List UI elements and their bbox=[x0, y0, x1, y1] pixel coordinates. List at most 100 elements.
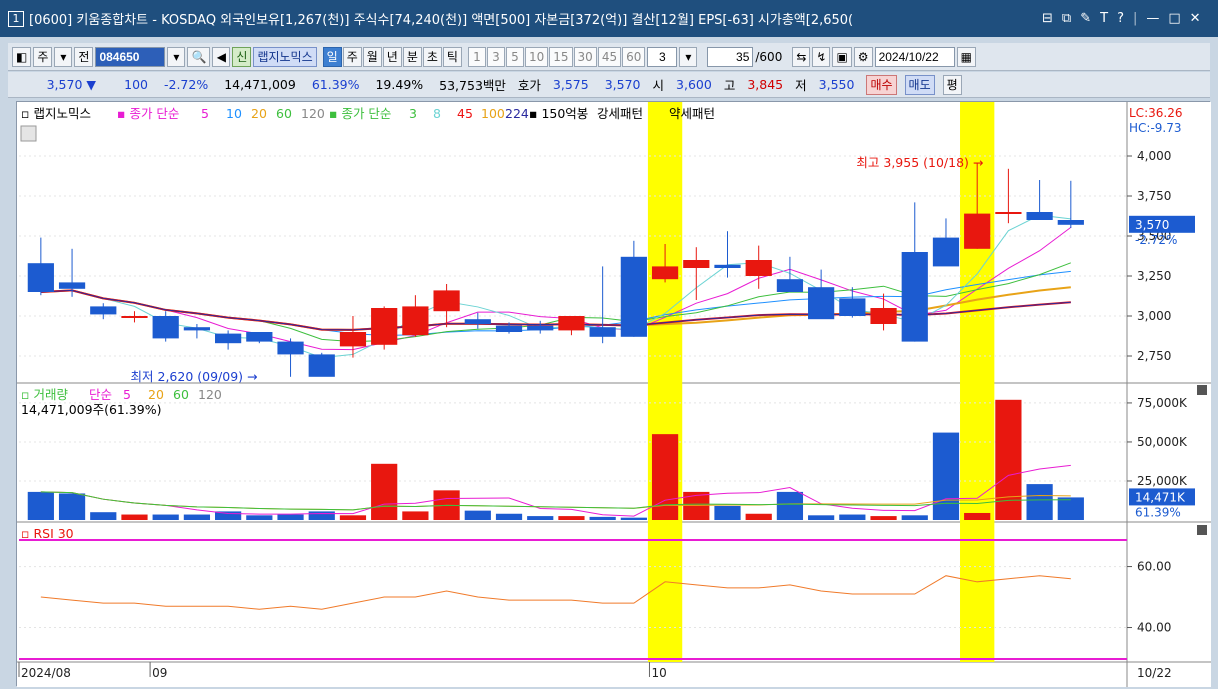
candle-body bbox=[58, 282, 86, 289]
quote-label: 호가 bbox=[517, 78, 541, 93]
stock-code-input[interactable] bbox=[95, 46, 166, 67]
legend-ma2-period: 45 bbox=[457, 106, 473, 121]
hc-label: HC:-9.73 bbox=[1129, 121, 1182, 135]
count-input[interactable] bbox=[707, 46, 754, 67]
interval-button-60[interactable]: 60 bbox=[622, 46, 646, 67]
all-button[interactable]: 전 bbox=[74, 46, 94, 67]
layout-icon[interactable]: ◧ bbox=[12, 46, 32, 67]
calendar-icon[interactable]: ▦ bbox=[956, 46, 976, 67]
eval-button[interactable]: 평 bbox=[942, 74, 962, 95]
interval-button-15[interactable]: 15 bbox=[549, 46, 573, 67]
candle-body bbox=[183, 327, 211, 331]
volume-bar bbox=[964, 512, 991, 520]
speaker-icon[interactable]: ◀ bbox=[212, 46, 231, 67]
date-input[interactable] bbox=[874, 46, 955, 67]
period-tab-3[interactable]: 년 bbox=[382, 46, 402, 67]
save-icon[interactable]: ▣ bbox=[832, 46, 852, 67]
date-axis-label: 09 bbox=[152, 666, 167, 680]
rsi-label: ▫ RSI 30 bbox=[21, 526, 74, 541]
mode-select[interactable]: 주 bbox=[33, 46, 53, 67]
gear-icon[interactable]: ⚙ bbox=[853, 46, 873, 67]
legend-ma1-period: 60 bbox=[276, 106, 292, 121]
volume-value: 14,471,009 bbox=[224, 77, 296, 92]
tool-icon[interactable]: ✎ bbox=[1080, 11, 1091, 26]
help-icon[interactable]: ? bbox=[1117, 11, 1124, 26]
price-change-pct: -2.72% bbox=[164, 77, 209, 92]
candle-body bbox=[215, 333, 242, 344]
font-icon[interactable]: T bbox=[1100, 11, 1108, 26]
new-badge[interactable]: 신 bbox=[232, 46, 252, 67]
stock-name-field[interactable]: 랩지노믹스 bbox=[253, 46, 317, 67]
legend-pattern1: ▪ 150억봉 bbox=[529, 106, 588, 121]
candle-body bbox=[308, 354, 335, 377]
volume-bar bbox=[558, 516, 585, 520]
legend-ma2-period: 8 bbox=[433, 106, 441, 121]
candle-body bbox=[464, 319, 491, 324]
period-tab-5[interactable]: 초 bbox=[422, 46, 442, 67]
minimize-icon[interactable]: — bbox=[1146, 11, 1159, 26]
volume-bar bbox=[495, 513, 523, 520]
legend-ma2-period: 100 bbox=[481, 106, 505, 121]
legend-ma2-period: 224 bbox=[505, 106, 529, 121]
chevron-down-icon[interactable]: ▾ bbox=[679, 46, 698, 67]
volume-bar bbox=[464, 510, 491, 520]
date-axis-label: 10 bbox=[651, 666, 666, 680]
interval-button-5[interactable]: 5 bbox=[505, 46, 524, 67]
close-icon[interactable]: ✕ bbox=[1190, 11, 1201, 26]
volume-bar bbox=[183, 514, 211, 520]
volume-bar bbox=[371, 463, 398, 520]
candle-body bbox=[870, 308, 897, 324]
candle-body bbox=[246, 332, 273, 342]
candle-body bbox=[371, 308, 398, 345]
period-tab-4[interactable]: 분 bbox=[402, 46, 422, 67]
volume-bar bbox=[870, 516, 897, 520]
legend-ma2: ▪ 종가 단순 bbox=[329, 106, 391, 121]
period-tab-2[interactable]: 월 bbox=[362, 46, 382, 67]
window-icon[interactable]: ⊟ bbox=[1042, 11, 1053, 26]
price-axis-label: 3,250 bbox=[1137, 269, 1171, 283]
maximize-icon[interactable]: □ bbox=[1168, 11, 1180, 26]
period-tab-6[interactable]: 틱 bbox=[442, 46, 462, 67]
candle-body bbox=[558, 316, 585, 331]
period-tab-1[interactable]: 주 bbox=[342, 46, 362, 67]
volume-ratio: 61.39% bbox=[311, 77, 360, 92]
chart-canvas[interactable]: 4,0003,7503,5003,2503,0002,750최고 3,955 (… bbox=[17, 102, 1211, 687]
buy-button[interactable]: 매수 bbox=[866, 74, 897, 95]
candle-body bbox=[839, 298, 866, 316]
volume-bar bbox=[58, 493, 86, 520]
high-annotation: 최고 3,955 (10/18) → bbox=[856, 155, 983, 170]
restore-icon[interactable]: ⧉ bbox=[1062, 11, 1071, 26]
volume-bar bbox=[152, 514, 179, 520]
volume-bar bbox=[776, 491, 804, 520]
candle-body bbox=[589, 327, 616, 337]
volume-legend-period: 20 bbox=[148, 387, 164, 402]
sell-button[interactable]: 매도 bbox=[904, 74, 935, 95]
open-price: 3,600 bbox=[676, 77, 712, 92]
candle-body bbox=[527, 325, 554, 331]
candle-body bbox=[995, 212, 1022, 214]
interval-button-30[interactable]: 30 bbox=[573, 46, 597, 67]
interval-button-1[interactable]: 1 bbox=[467, 46, 486, 67]
legend-ma1-period: 120 bbox=[301, 106, 325, 121]
volume-axis-label: 25,000K bbox=[1137, 474, 1188, 488]
period-tab-0[interactable]: 일 bbox=[322, 46, 342, 67]
candle-body bbox=[808, 287, 835, 320]
low-annotation: 최저 2,620 (09/09) → bbox=[131, 369, 258, 384]
interval-button-45[interactable]: 45 bbox=[597, 46, 622, 67]
chart-background bbox=[17, 102, 1211, 687]
interval-input[interactable] bbox=[647, 46, 678, 67]
window-number-badge[interactable]: 1 bbox=[8, 10, 24, 27]
current-price: 3,570 ▼ bbox=[46, 77, 96, 92]
chevron-down-icon[interactable]: ▾ bbox=[54, 46, 73, 67]
volume-pct-label: 61.39% bbox=[1135, 505, 1181, 519]
compare-icon[interactable]: ⇆ bbox=[792, 46, 811, 67]
interval-button-3[interactable]: 3 bbox=[486, 46, 505, 67]
interval-button-10[interactable]: 10 bbox=[524, 46, 549, 67]
pattern-icon[interactable]: ↯ bbox=[812, 46, 831, 67]
search-icon[interactable]: 🔍 bbox=[187, 46, 211, 67]
price-axis-label: 2,750 bbox=[1137, 349, 1171, 363]
rsi-axis-label: 60.00 bbox=[1137, 560, 1171, 574]
last-change-label: -2.72% bbox=[1135, 233, 1177, 247]
volume-legend-period: 5 bbox=[123, 387, 131, 402]
chevron-down-icon[interactable]: ▾ bbox=[167, 46, 186, 67]
